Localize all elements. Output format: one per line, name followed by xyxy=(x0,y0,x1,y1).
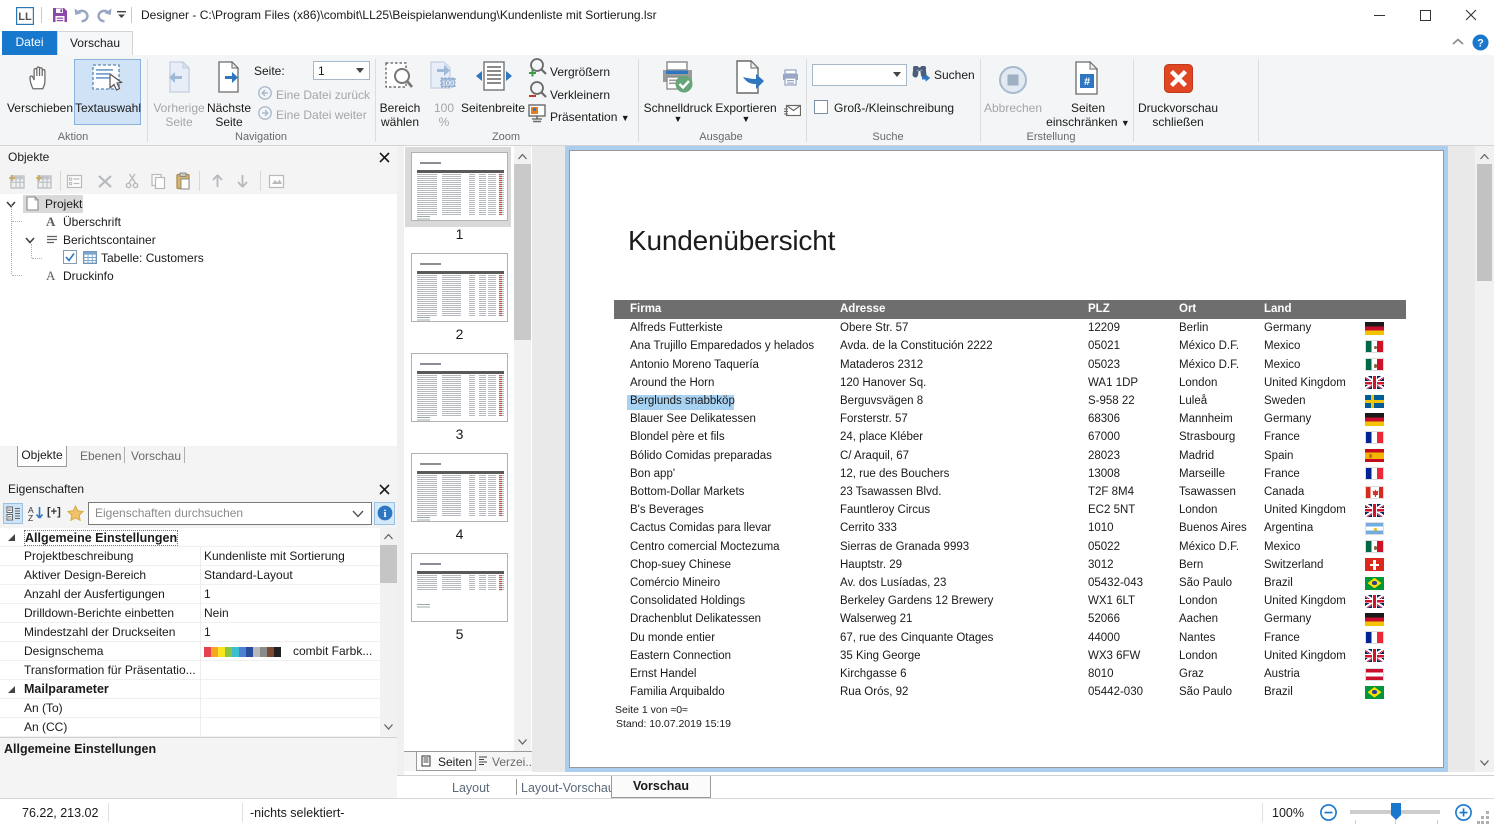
svg-text:i: i xyxy=(383,508,386,520)
svg-text:#: # xyxy=(1084,76,1090,88)
svg-text:?: ? xyxy=(1477,38,1484,50)
svg-text:Z: Z xyxy=(28,513,33,522)
svg-text:LL: LL xyxy=(18,11,32,23)
svg-text:100: 100 xyxy=(442,79,455,88)
